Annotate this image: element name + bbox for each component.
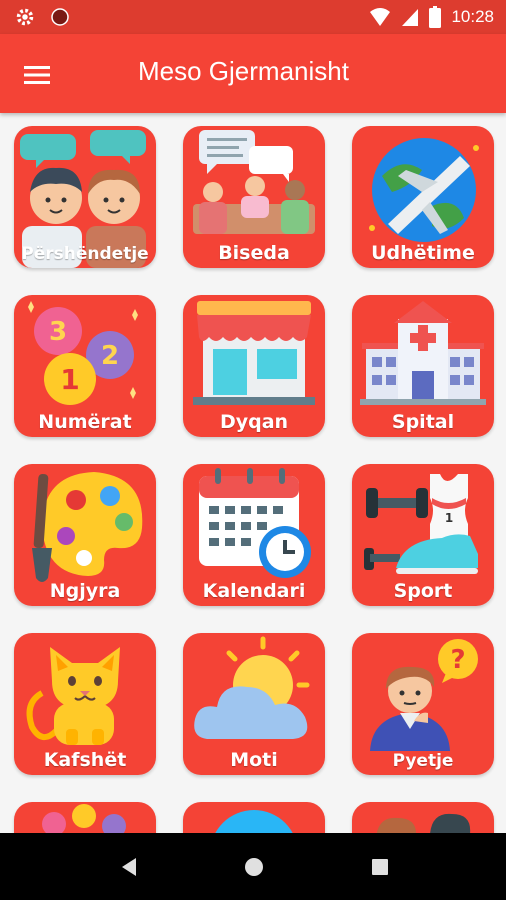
system-nav-bar — [0, 833, 506, 900]
category-tile-animals[interactable]: Kafshët — [14, 633, 156, 775]
category-tile-shop[interactable]: Dyqan — [183, 295, 325, 437]
status-bar: 10:28 — [0, 0, 506, 34]
family-icon — [376, 813, 471, 833]
category-label: Udhëtime — [371, 242, 475, 264]
category-tile-sport[interactable]: 1 Sport — [352, 464, 494, 606]
category-tile-questions[interactable]: ? Pyetje — [352, 633, 494, 775]
category-label: Dyqan — [219, 411, 289, 433]
category-label: Numërat — [38, 411, 132, 433]
category-label: Sport — [393, 580, 453, 602]
category-tile-partial-1[interactable] — [14, 802, 156, 833]
svg-text:?: ? — [450, 645, 465, 675]
category-grid: Përshëndetje Biseda Udhëtime 3 2 1 Numër… — [0, 113, 506, 833]
battery-icon — [429, 6, 442, 28]
signal-icon — [402, 9, 419, 26]
category-label: Pyetje — [392, 751, 454, 771]
category-tile-travel[interactable]: Udhëtime — [352, 126, 494, 268]
category-label: Përshëndetje — [21, 244, 149, 264]
notification-dot-icon — [51, 8, 69, 26]
app-bar: Meso Gjermanisht — [0, 34, 506, 113]
settings-icon — [16, 8, 34, 26]
wifi-icon — [370, 8, 391, 26]
balloons-icon — [42, 804, 126, 833]
category-tile-colors[interactable]: Ngjyra — [14, 464, 156, 606]
category-label: Kafshët — [43, 749, 127, 771]
svg-text:3: 3 — [49, 317, 67, 347]
globe-icon — [215, 810, 293, 833]
back-icon[interactable] — [118, 855, 142, 879]
category-tile-conversation[interactable]: Biseda — [183, 126, 325, 268]
category-tile-weather[interactable]: Moti — [183, 633, 325, 775]
category-label: Spital — [391, 411, 455, 433]
page-title: Meso Gjermanisht — [138, 56, 349, 86]
category-tile-hospital[interactable]: Spital — [352, 295, 494, 437]
category-label: Kalendari — [202, 580, 306, 602]
category-tile-greetings[interactable]: Përshëndetje — [14, 126, 156, 268]
svg-text:1: 1 — [445, 511, 453, 525]
hamburger-menu-icon[interactable] — [20, 58, 54, 92]
category-label: Ngjyra — [49, 580, 121, 602]
category-tile-partial-3[interactable] — [352, 802, 494, 833]
recents-icon[interactable] — [368, 855, 392, 879]
home-icon[interactable] — [242, 855, 266, 879]
category-tile-calendar[interactable]: Kalendari — [183, 464, 325, 606]
category-tile-numbers[interactable]: 3 2 1 Numërat — [14, 295, 156, 437]
category-label: Moti — [230, 749, 278, 771]
svg-text:2: 2 — [101, 341, 119, 371]
clock: 10:28 — [451, 7, 494, 26]
svg-text:1: 1 — [60, 363, 79, 396]
category-label: Biseda — [218, 242, 290, 264]
category-tile-partial-2[interactable] — [183, 802, 325, 833]
